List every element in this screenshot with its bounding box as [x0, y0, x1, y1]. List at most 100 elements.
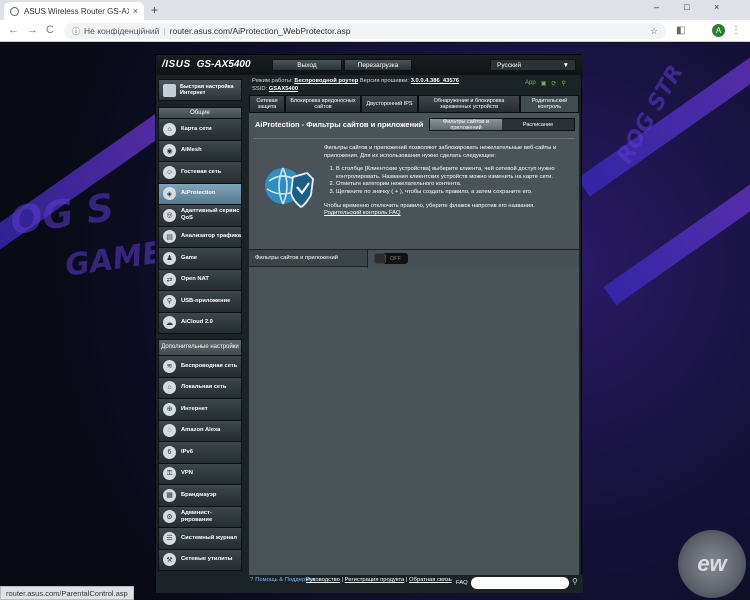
faq-search-input[interactable] [471, 577, 569, 589]
cloud-icon: ☁ [163, 316, 176, 330]
search-icon[interactable]: ⚲ [572, 577, 578, 586]
star-icon[interactable]: ☆ [650, 26, 658, 37]
filters-tab-button[interactable]: Фильтры сайтов и приложений [430, 119, 502, 131]
usb-icon: ⚲ [163, 294, 176, 308]
divider [253, 138, 575, 139]
tab-malicious-sites[interactable]: Блокировка вредоносных сайтов [285, 95, 361, 113]
feedback-link[interactable]: Обратная связь [409, 577, 452, 583]
description: Фильтры сайтов и приложений позволяют за… [324, 145, 574, 218]
firmware-value[interactable]: 3.0.0.4.386_43576 [411, 78, 459, 84]
sidebar-item-wan[interactable]: ⊕ Интернет [158, 399, 242, 421]
sidebar-item-wireless[interactable]: ≋ Беспроводная сеть [158, 356, 242, 378]
tab-network-protection[interactable]: Сетевая защита [249, 95, 285, 113]
sidebar-item-aiprotection[interactable]: ◈ AiProtection [158, 183, 242, 205]
tab-two-way-ips[interactable]: Двусторонний IPS [361, 95, 418, 113]
sidebar-item-label: AiCloud 2.0 [181, 319, 213, 326]
sidebar-item-qos[interactable]: ◎ Адаптивный сервис QoS [158, 205, 242, 227]
traffic-analyzer-icon: ▤ [163, 230, 176, 244]
firewall-icon: ▦ [163, 488, 176, 502]
bg-stripe [603, 160, 750, 306]
general-menu: ⌂ Карта сети ◉ AiMesh ☺ Гостевая сеть ◈ AiPr… [158, 119, 242, 334]
wireless-icon: ≋ [163, 359, 176, 373]
sidebar-item-aicloud[interactable]: ☁ AiCloud 2.0 [158, 312, 242, 334]
quick-setup-label: Быстрая настройка Интернет [180, 83, 234, 97]
sidebar-item-ipv6[interactable]: 6 IPv6 [158, 442, 242, 464]
sidebar-item-usb-app[interactable]: ⚲ USB-приложение [158, 291, 242, 313]
sidebar-item-label: Брандмауэр [181, 491, 217, 498]
tab-infected-devices[interactable]: Обнаружение и блокировка зараженных устр… [418, 95, 520, 113]
register-link[interactable]: Регистрация продукта [345, 577, 405, 583]
app-label[interactable]: App [525, 80, 536, 87]
new-tab-button[interactable]: + [151, 3, 158, 17]
sidebar-item-vpn[interactable]: ⚿ VPN [158, 463, 242, 485]
open-nat-icon: ⇄ [163, 273, 176, 287]
language-select[interactable]: Русский ▼ [490, 59, 576, 71]
status-icons: App ▣ ⟳ ⚲ [525, 80, 566, 87]
sidebar-item-lan[interactable]: ⌂ Локальная сеть [158, 377, 242, 399]
info-icon[interactable]: ⓘ [72, 26, 80, 37]
content-area: Сетевая защита Блокировка вредоносных са… [249, 95, 579, 575]
log-icon: ☰ [163, 531, 176, 545]
footer: ? Помощь & Поддержка Руководство | Регист… [156, 575, 583, 593]
window-close-button[interactable]: × [714, 2, 719, 12]
sidebar-item-firewall[interactable]: ▦ Брандмауэр [158, 485, 242, 507]
sidebar-item-label: Анализатор трафика [181, 233, 242, 240]
tab-close-icon[interactable]: × [133, 6, 138, 16]
usb-status-icon[interactable]: ⚲ [561, 80, 565, 87]
sidebar-item-network-map[interactable]: ⌂ Карта сети [158, 119, 242, 141]
sidebar-item-aimesh[interactable]: ◉ AiMesh [158, 140, 242, 162]
quick-setup-icon [163, 83, 176, 97]
sidebar-item-guest-network[interactable]: ☺ Гостевая сеть [158, 162, 242, 184]
alexa-icon: ◌ [163, 424, 176, 438]
tab-parental-control[interactable]: Родительский контроль [520, 95, 579, 113]
faq-link[interactable]: Родительский контроль FAQ [324, 210, 401, 216]
faq-label: FAQ [456, 580, 468, 586]
sidebar-item-network-tools[interactable]: ⚒ Сетевые утилиты [158, 549, 242, 571]
sidebar-item-label: Гостевая сеть [181, 168, 222, 175]
ipv6-icon: 6 [163, 445, 176, 459]
language-value: Русский [497, 61, 522, 69]
step-item: Отметьте категории нежелательного контен… [336, 181, 574, 189]
gear-icon: ⚙ [163, 510, 176, 524]
profile-avatar[interactable]: A [712, 24, 725, 37]
quick-setup-button[interactable]: Быстрая настройка Интернет [158, 79, 242, 101]
filters-toggle[interactable]: OFF [374, 253, 408, 264]
sidebar-item-label: Сетевые утилиты [181, 556, 233, 563]
wan-status-icon[interactable]: ⟳ [551, 80, 556, 87]
maximize-button[interactable]: □ [684, 2, 689, 12]
sidebar-item-traffic-analyzer[interactable]: ▤ Анализатор трафика [158, 226, 242, 248]
tab-strip: Сетевая защита Блокировка вредоносных са… [249, 95, 579, 113]
reload-button[interactable]: C [46, 24, 54, 36]
title-bar: AiProtection - Фильтры сайтов и приложен… [249, 113, 579, 135]
minimize-button[interactable]: – [654, 2, 659, 12]
asus-logo: /ISUS GS-AX5400 [162, 59, 251, 70]
ssid-value: GSAX5400 [268, 86, 299, 92]
url-text[interactable]: router.asus.com/AiProtection_WebProtecto… [170, 26, 351, 36]
manual-link[interactable]: Руководство [306, 577, 340, 583]
advanced-menu: ≋ Беспроводная сеть ⌂ Локальная сеть ⊕ Инте… [158, 356, 242, 571]
sidebar-item-label: Карта сети [181, 125, 212, 132]
security-label: Не конфіденційний [84, 26, 160, 36]
schedule-tab-button[interactable]: Расписание [502, 119, 574, 130]
url-omnibox[interactable]: ⓘ Не конфіденційний | router.asus.com/Ai… [64, 23, 666, 39]
forward-button[interactable]: → [27, 24, 38, 36]
sidebar-item-game[interactable]: ♟ Game [158, 248, 242, 270]
step-item: Щелкните по значку ( + ), чтобы создать … [336, 189, 574, 197]
menu-icon[interactable]: ⋮ [731, 25, 741, 36]
help-icon: ? [250, 577, 254, 583]
back-button[interactable]: ← [8, 24, 19, 36]
sidebar-item-label: Системный журнал [181, 534, 238, 541]
sidebar-item-open-nat[interactable]: ⇄ Open NAT [158, 269, 242, 291]
network-status-icon[interactable]: ▣ [541, 80, 547, 87]
sidebar-item-system-log[interactable]: ☰ Системный журнал [158, 528, 242, 550]
sidebar-item-alexa[interactable]: ◌ Amazon Alexa [158, 420, 242, 442]
sidebar-item-administration[interactable]: ⚙ Админист-рирование [158, 506, 242, 528]
general-section-header: Общие [158, 107, 242, 119]
browser-tab[interactable]: ASUS Wireless Router GS-AX540… × [4, 2, 144, 20]
logout-button[interactable]: Выход [272, 59, 342, 71]
sidebar-item-label: Amazon Alexa [181, 427, 221, 434]
browser-tabbar: ASUS Wireless Router GS-AX540… × + – □ × [0, 0, 750, 20]
extensions-icon[interactable]: ◧ [676, 25, 685, 36]
reboot-button[interactable]: Перезагрузка [344, 59, 412, 71]
mode-value[interactable]: Беспроводной роутер [294, 78, 358, 84]
